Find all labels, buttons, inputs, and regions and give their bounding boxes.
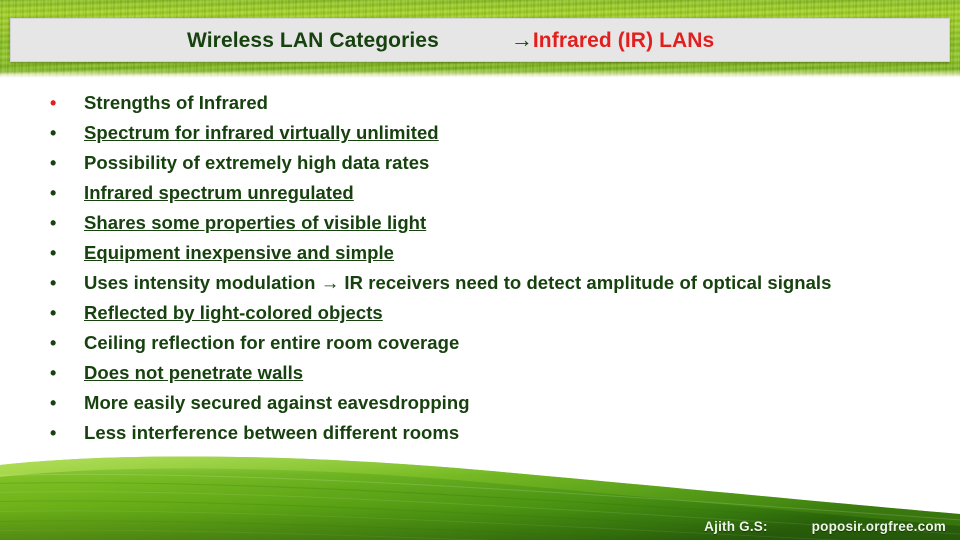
list-item: • Infrared spectrum unregulated — [0, 178, 960, 208]
website-credit: poposir.orgfree.com — [811, 519, 946, 534]
list-item-label: Spectrum for infrared virtually unlimite… — [84, 122, 439, 143]
bullet-marker-icon: • — [50, 363, 57, 383]
list-item: • More easily secured against eavesdropp… — [0, 388, 960, 418]
bullet-marker-icon: • — [50, 273, 57, 293]
footer-credits: Ajith G.S: poposir.orgfree.com — [704, 519, 946, 534]
list-item-label: Shares some properties of visible light — [84, 212, 427, 233]
list-item-label: Ceiling reflection for entire room cover… — [84, 332, 460, 353]
bullet-marker-icon: • — [50, 213, 57, 233]
list-item-label: Equipment inexpensive and simple — [84, 242, 395, 263]
list-item: • Uses intensity modulation → IR receive… — [0, 268, 960, 298]
list-item: • Strengths of Infrared — [0, 88, 960, 118]
list-item-label: Does not penetrate walls — [84, 362, 304, 383]
title-group: Wireless LAN Categories → Infrared (IR) … — [187, 27, 714, 53]
list-item-label: Reflected by light-colored objects — [84, 302, 383, 323]
bullet-marker-icon: • — [50, 123, 57, 143]
list-item-label: Infrared spectrum unregulated — [84, 182, 354, 203]
page-subtitle: Infrared (IR) LANs — [532, 29, 715, 52]
bullet-marker-icon: • — [50, 333, 57, 353]
bullet-marker-icon: • — [50, 393, 57, 413]
slide-title-bar: Wireless LAN Categories → Infrared (IR) … — [10, 18, 950, 62]
list-item: • Reflected by light-colored objects — [0, 298, 960, 328]
author-credit: Ajith G.S: — [704, 519, 768, 534]
list-item: • Spectrum for infrared virtually unlimi… — [0, 118, 960, 148]
bullet-marker-icon: • — [50, 303, 57, 323]
list-item: • Equipment inexpensive and simple — [0, 238, 960, 268]
list-item-label: Uses intensity modulation → IR receivers… — [84, 272, 832, 293]
bullet-list: • Strengths of Infrared • Spectrum for i… — [0, 88, 960, 448]
list-item: • Ceiling reflection for entire room cov… — [0, 328, 960, 358]
bullet-marker-icon: • — [50, 183, 57, 203]
bullet-marker-icon: • — [50, 243, 57, 263]
slide-canvas: Wireless LAN Categories → Infrared (IR) … — [0, 0, 960, 540]
list-item: • Shares some properties of visible ligh… — [0, 208, 960, 238]
arrow-right-icon: → — [510, 27, 533, 52]
list-item: • Does not penetrate walls — [0, 358, 960, 388]
list-item-label: Strengths of Infrared — [84, 92, 269, 113]
slide-content-area: • Strengths of Infrared • Spectrum for i… — [0, 88, 960, 478]
bullet-marker-icon: • — [50, 153, 57, 173]
bullet-marker-icon: • — [50, 93, 57, 113]
list-item-label: Possibility of extremely high data rates — [84, 152, 430, 173]
page-title: Wireless LAN Categories — [187, 29, 439, 52]
list-item-label: More easily secured against eavesdroppin… — [84, 392, 470, 413]
list-item: • Possibility of extremely high data rat… — [0, 148, 960, 178]
